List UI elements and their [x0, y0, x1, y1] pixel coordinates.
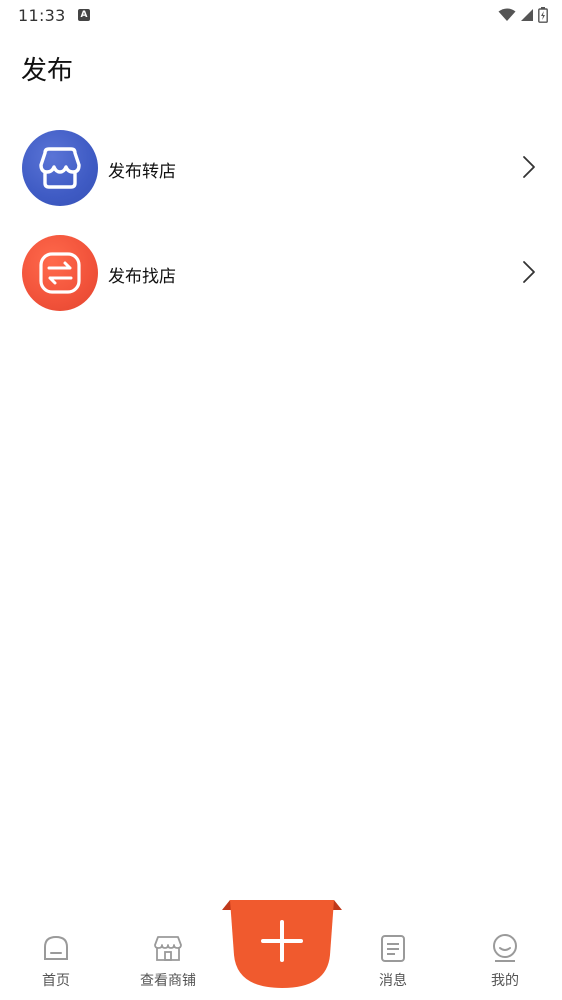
tab-messages[interactable]: 消息	[348, 932, 438, 990]
chevron-right-icon	[523, 156, 535, 178]
storefront-icon	[22, 130, 98, 206]
publish-find-shop-item[interactable]: 发布找店	[0, 230, 562, 335]
signal-icon	[521, 9, 533, 21]
publish-transfer-shop-item[interactable]: 发布转店	[0, 125, 562, 230]
tab-view-shops[interactable]: 查看商铺	[123, 932, 213, 990]
tab-home[interactable]: 首页	[11, 932, 101, 990]
home-icon	[44, 935, 68, 960]
shop-icon	[154, 936, 182, 961]
tab-profile[interactable]: 我的	[460, 932, 550, 990]
item-label: 发布找店	[108, 267, 176, 287]
status-indicators	[498, 6, 548, 24]
tab-label: 消息	[379, 973, 407, 989]
swap-arrows-icon	[22, 235, 98, 311]
tab-label: 首页	[42, 973, 70, 989]
publish-fab-button[interactable]	[222, 900, 342, 990]
notification-icon: A	[78, 9, 90, 21]
plus-icon	[222, 900, 342, 988]
tab-label: 我的	[491, 973, 519, 989]
status-time: 11:33	[18, 6, 66, 25]
profile-icon	[493, 934, 517, 962]
tab-label: 查看商铺	[140, 973, 196, 989]
wifi-icon	[498, 8, 516, 21]
message-icon	[381, 935, 405, 962]
battery-icon	[538, 7, 548, 23]
item-label: 发布转店	[108, 162, 176, 182]
page-title: 发布	[21, 56, 74, 86]
chevron-right-icon	[523, 261, 535, 283]
publish-options-list: 发布转店 发布找店	[0, 125, 562, 335]
status-bar: 11:33 A	[0, 0, 562, 32]
